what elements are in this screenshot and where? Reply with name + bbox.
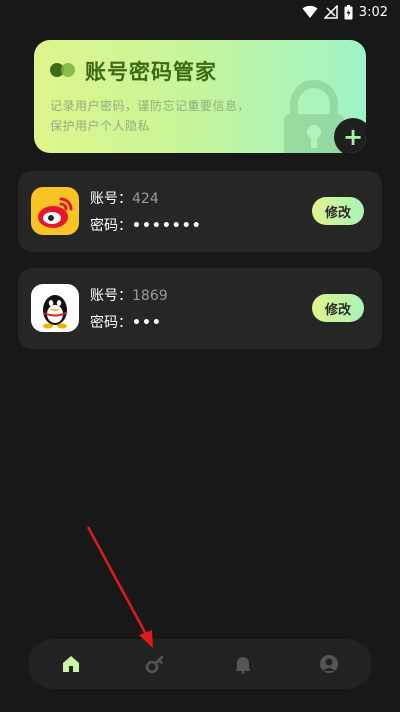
account-card[interactable]: 账号：424 密码：••••••• 修改: [18, 171, 382, 252]
home-icon: [63, 656, 79, 672]
weibo-icon: [31, 187, 79, 235]
password-label: 密码：: [90, 218, 132, 234]
nav-home[interactable]: [58, 651, 84, 677]
battery-charging-icon: [344, 4, 353, 19]
account-label: 账号：: [90, 288, 132, 304]
password-value: •••••••: [132, 218, 202, 234]
account-value: 1869: [132, 288, 168, 304]
key-icon: [145, 655, 164, 674]
bottom-nav: [28, 639, 372, 689]
account-field: 账号：424: [90, 188, 159, 208]
qq-icon: [31, 284, 79, 332]
account-value: 424: [132, 191, 159, 207]
edit-button[interactable]: 修改: [312, 294, 364, 322]
user-icon: [320, 655, 338, 673]
account-label: 账号：: [90, 191, 132, 207]
status-bar: 3:02: [0, 0, 400, 24]
nav-key[interactable]: [142, 651, 168, 677]
password-field: 密码：•••••••: [90, 215, 202, 235]
toggle-logo-icon: [50, 63, 76, 77]
hero-card: 账号密码管家 记录用户密码，谨防忘记重要信息，保护用户个人隐私 +: [34, 40, 366, 153]
password-field: 密码：•••: [90, 312, 162, 332]
account-field: 账号：1869: [90, 285, 168, 305]
hero-title: 账号密码管家: [85, 60, 217, 84]
edit-button[interactable]: 修改: [312, 197, 364, 225]
account-card[interactable]: 账号：1869 密码：••• 修改: [18, 268, 382, 349]
hero-description: 记录用户密码，谨防忘记重要信息，保护用户个人隐私: [50, 99, 251, 133]
nav-notifications[interactable]: [230, 651, 256, 677]
nav-profile[interactable]: [316, 651, 342, 677]
password-value: •••: [132, 315, 162, 331]
add-account-button[interactable]: +: [334, 118, 366, 153]
status-time: 3:02: [358, 4, 388, 20]
bell-icon: [236, 657, 250, 674]
password-label: 密码：: [90, 315, 132, 331]
signal-off-icon: [323, 5, 338, 19]
wifi-icon: [302, 5, 318, 18]
